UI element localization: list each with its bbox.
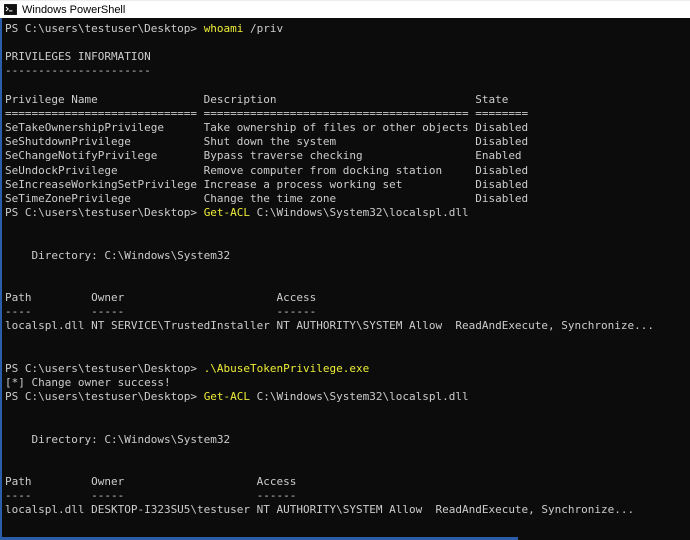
terminal-line: localspl.dll DESKTOP-I323SU5\testuser NT…	[5, 503, 690, 517]
terminal-output[interactable]: PS C:\users\testuser\Desktop> whoami /pr…	[0, 18, 690, 540]
terminal-line: SeTakeOwnershipPrivilege Take ownership …	[5, 121, 690, 135]
terminal-line	[5, 36, 690, 50]
terminal-line	[5, 348, 690, 362]
terminal-line	[5, 333, 690, 347]
window-title: Windows PowerShell	[22, 1, 125, 19]
window-border-left	[0, 18, 2, 540]
terminal-line: Directory: C:\Windows\System32	[5, 433, 690, 447]
terminal-line: PS C:\users\testuser\Desktop> Get-ACL C:…	[5, 390, 690, 404]
terminal-line: PS C:\users\testuser\Desktop> Get-ACL C:…	[5, 206, 690, 220]
terminal-line	[5, 447, 690, 461]
terminal-line: [*] Change owner success!	[5, 376, 690, 390]
terminal-line: PS C:\users\testuser\Desktop> whoami /pr…	[5, 22, 690, 36]
terminal-line: SeShutdownPrivilege Shut down the system…	[5, 135, 690, 149]
terminal-line: SeUndockPrivilege Remove computer from d…	[5, 164, 690, 178]
terminal-line	[5, 277, 690, 291]
terminal-line: ----------------------	[5, 64, 690, 78]
console-icon	[4, 4, 17, 15]
powershell-window: Windows PowerShell REEBUF PS C:\users\te…	[0, 0, 690, 540]
terminal-line: localspl.dll NT SERVICE\TrustedInstaller…	[5, 319, 690, 333]
terminal-line: ---- ----- ------	[5, 305, 690, 319]
terminal-line	[5, 79, 690, 93]
terminal-line	[5, 404, 690, 418]
terminal-line	[5, 418, 690, 432]
terminal-line: PS C:\users\testuser\Desktop> .\AbuseTok…	[5, 362, 690, 376]
terminal-line: Path Owner Access	[5, 475, 690, 489]
terminal-line: ---- ----- ------	[5, 489, 690, 503]
terminal-line: SeTimeZonePrivilege Change the time zone…	[5, 192, 690, 206]
terminal-line	[5, 461, 690, 475]
terminal-line: PRIVILEGES INFORMATION	[5, 50, 690, 64]
terminal-line: Directory: C:\Windows\System32	[5, 249, 690, 263]
terminal-line: SeChangeNotifyPrivilege Bypass traverse …	[5, 149, 690, 163]
terminal-line: SeIncreaseWorkingSetPrivilege Increase a…	[5, 178, 690, 192]
terminal-line: Privilege Name Description State	[5, 93, 690, 107]
terminal-line	[5, 263, 690, 277]
terminal-line: Path Owner Access	[5, 291, 690, 305]
terminal-line: ============================= ==========…	[5, 107, 690, 121]
title-bar[interactable]: Windows PowerShell	[0, 0, 690, 18]
terminal-line	[5, 234, 690, 248]
terminal-line	[5, 220, 690, 234]
